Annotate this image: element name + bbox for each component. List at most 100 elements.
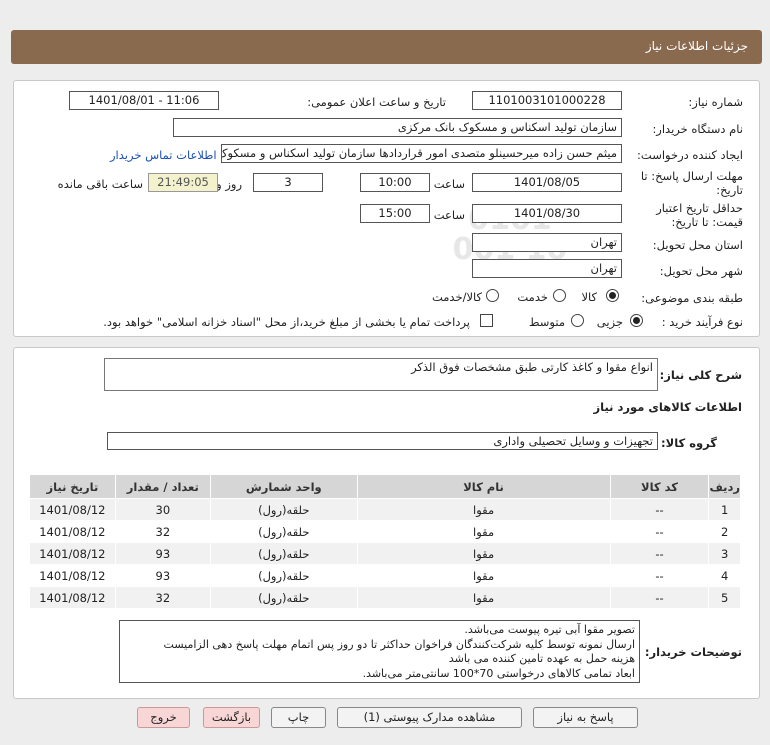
print-button[interactable]: چاپ bbox=[271, 707, 326, 728]
table-row: 1401/08/12 93 (رول)حلقه مقوا -- 3 bbox=[29, 542, 741, 565]
process-radio-medium[interactable] bbox=[571, 314, 584, 327]
creator-label: ایجاد کننده درخواست: bbox=[637, 148, 743, 162]
cell-row-number: 4 bbox=[708, 564, 741, 587]
col-item-code: کد کالا bbox=[609, 474, 710, 499]
validity-date-field: 1401/08/30 bbox=[472, 204, 622, 223]
category-radio-goods[interactable] bbox=[606, 289, 619, 302]
attached-documents-button[interactable]: مشاهده مدارک پیوستی (1) bbox=[337, 707, 522, 728]
cell-quantity: 32 bbox=[114, 520, 211, 543]
col-row-number: ردیف bbox=[708, 474, 741, 499]
contact-buyer-link[interactable]: اطلاعات تماس خریدار bbox=[110, 148, 217, 162]
exit-button[interactable]: خروج bbox=[137, 707, 190, 728]
description-field: انواع مقوا و کاغذ کارتی طبق مشخصات فوق ا… bbox=[104, 358, 658, 391]
col-item-name: نام کالا bbox=[356, 474, 611, 499]
cell-unit: (رول)حلقه bbox=[209, 542, 358, 565]
table-row: 1401/08/12 32 (رول)حلقه مقوا -- 2 bbox=[29, 520, 741, 543]
page-header: جزئیات اطلاعات نیاز bbox=[11, 30, 762, 64]
description-label: شرح کلی نیاز: bbox=[659, 368, 742, 382]
cell-need-date: 1401/08/12 bbox=[29, 542, 116, 565]
cell-quantity: 30 bbox=[114, 498, 211, 521]
deadline-time-label: ساعت bbox=[433, 177, 465, 191]
buyer-label: نام دستگاه خریدار: bbox=[652, 122, 743, 136]
validity-label-2: قیمت: تا تاریخ: bbox=[671, 215, 743, 229]
cell-quantity: 32 bbox=[114, 586, 211, 609]
cell-item-name: مقوا bbox=[356, 498, 611, 521]
process-radio-minor[interactable] bbox=[630, 314, 643, 327]
deadline-label-1: مهلت ارسال پاسخ: تا bbox=[640, 169, 743, 183]
category-option-goods: کالا bbox=[581, 290, 597, 304]
cell-need-date: 1401/08/12 bbox=[29, 520, 116, 543]
col-unit: واحد شمارش bbox=[209, 474, 358, 499]
need-number-label: شماره نیاز: bbox=[688, 95, 743, 109]
buyer-field: سازمان تولید اسکناس و مسکوک بانک مرکزی bbox=[173, 118, 622, 137]
category-option-goods-service: کالا/خدمت bbox=[431, 290, 482, 304]
cell-item-name: مقوا bbox=[356, 564, 611, 587]
buyer-note-line: هزینه حمل به عهده تامین کننده می باشد bbox=[448, 652, 635, 665]
cell-item-code: -- bbox=[609, 586, 710, 609]
cell-row-number: 5 bbox=[708, 586, 741, 609]
table-row: 1401/08/12 93 (رول)حلقه مقوا -- 4 bbox=[29, 564, 741, 587]
cell-need-date: 1401/08/12 bbox=[29, 586, 116, 609]
buyer-note-line: ارسال نمونه توسط کلیه شرکت‌کنندگان فراخو… bbox=[163, 637, 635, 651]
back-button[interactable]: بازگشت bbox=[203, 707, 260, 728]
cell-unit: (رول)حلقه bbox=[209, 564, 358, 587]
process-label: نوع فرآیند خرید : bbox=[661, 315, 743, 329]
category-label: طبقه بندی موضوعی: bbox=[641, 291, 743, 305]
page-title: جزئیات اطلاعات نیاز bbox=[645, 39, 748, 53]
reply-button[interactable]: پاسخ به نیاز bbox=[533, 707, 638, 728]
need-number-field: 1101003101000228 bbox=[472, 91, 622, 110]
buyer-note-line: تصویر مقوا آبی تیره پیوست می‌باشد. bbox=[464, 623, 635, 636]
items-table: تاریخ نیاز تعداد / مقدار واحد شمارش نام … bbox=[29, 474, 741, 609]
buyer-notes-box: تصویر مقوا آبی تیره پیوست می‌باشد. ارسال… bbox=[119, 620, 640, 683]
treasury-payment-note: پرداخت تمام یا بخشی از مبلغ خرید،از محل … bbox=[103, 315, 470, 329]
cell-row-number: 1 bbox=[708, 498, 741, 521]
deadline-label-2: تاریخ: bbox=[716, 183, 743, 197]
remaining-time-field: 21:49:05 bbox=[148, 173, 218, 192]
cell-unit: (رول)حلقه bbox=[209, 586, 358, 609]
cell-item-code: -- bbox=[609, 542, 710, 565]
cell-quantity: 93 bbox=[114, 542, 211, 565]
deadline-date-field: 1401/08/05 bbox=[472, 173, 622, 192]
validity-time-label: ساعت bbox=[433, 208, 465, 222]
cell-row-number: 2 bbox=[708, 520, 741, 543]
province-label: استان محل تحویل: bbox=[652, 238, 743, 252]
goods-group-field: تجهیزات و وسایل تحصیلی واداری bbox=[107, 432, 658, 450]
cell-item-name: مقوا bbox=[356, 586, 611, 609]
treasury-payment-checkbox[interactable] bbox=[480, 314, 493, 327]
buyer-notes-label: توضیحات خریدار: bbox=[644, 645, 742, 659]
goods-group-label: گروه کالا: bbox=[661, 436, 717, 450]
goods-info-title: اطلاعات کالاهای مورد نیاز bbox=[593, 400, 742, 414]
buyer-note-line: ابعاد تمامی کالاهای درخواستی 70*100 سانت… bbox=[362, 666, 635, 680]
deadline-time-field: 10:00 bbox=[360, 173, 430, 192]
cell-item-code: -- bbox=[609, 498, 710, 521]
days-field: 3 bbox=[253, 173, 323, 192]
announce-field: 1401/08/01 - 11:06 bbox=[69, 91, 219, 110]
cell-need-date: 1401/08/12 bbox=[29, 564, 116, 587]
announce-label: تاریخ و ساعت اعلان عمومی: bbox=[307, 95, 446, 109]
process-option-medium: متوسط bbox=[528, 315, 565, 329]
category-radio-service[interactable] bbox=[553, 289, 566, 302]
validity-label-1: حداقل تاریخ اعتبار bbox=[656, 201, 743, 215]
cell-item-code: -- bbox=[609, 520, 710, 543]
col-quantity: تعداد / مقدار bbox=[114, 474, 211, 499]
process-option-minor: جزیی bbox=[596, 315, 623, 329]
cell-item-code: -- bbox=[609, 564, 710, 587]
validity-time-field: 15:00 bbox=[360, 204, 430, 223]
category-radio-goods-service[interactable] bbox=[486, 289, 499, 302]
cell-item-name: مقوا bbox=[356, 542, 611, 565]
city-label: شهر محل تحویل: bbox=[659, 264, 743, 278]
table-row: 1401/08/12 30 (رول)حلقه مقوا -- 1 bbox=[29, 498, 741, 521]
table-row: 1401/08/12 32 (رول)حلقه مقوا -- 5 bbox=[29, 586, 741, 609]
cell-need-date: 1401/08/12 bbox=[29, 498, 116, 521]
cell-row-number: 3 bbox=[708, 542, 741, 565]
remaining-label: ساعت باقی مانده bbox=[57, 177, 143, 191]
cell-unit: (رول)حلقه bbox=[209, 498, 358, 521]
city-field: تهران bbox=[472, 259, 622, 278]
creator-field: میثم حسن زاده میرحسینلو متصدی امور قرارد… bbox=[221, 144, 622, 163]
days-label: روز و bbox=[216, 177, 242, 191]
col-need-date: تاریخ نیاز bbox=[29, 474, 116, 499]
province-field: تهران bbox=[472, 233, 622, 252]
cell-unit: (رول)حلقه bbox=[209, 520, 358, 543]
cell-item-name: مقوا bbox=[356, 520, 611, 543]
cell-quantity: 93 bbox=[114, 564, 211, 587]
